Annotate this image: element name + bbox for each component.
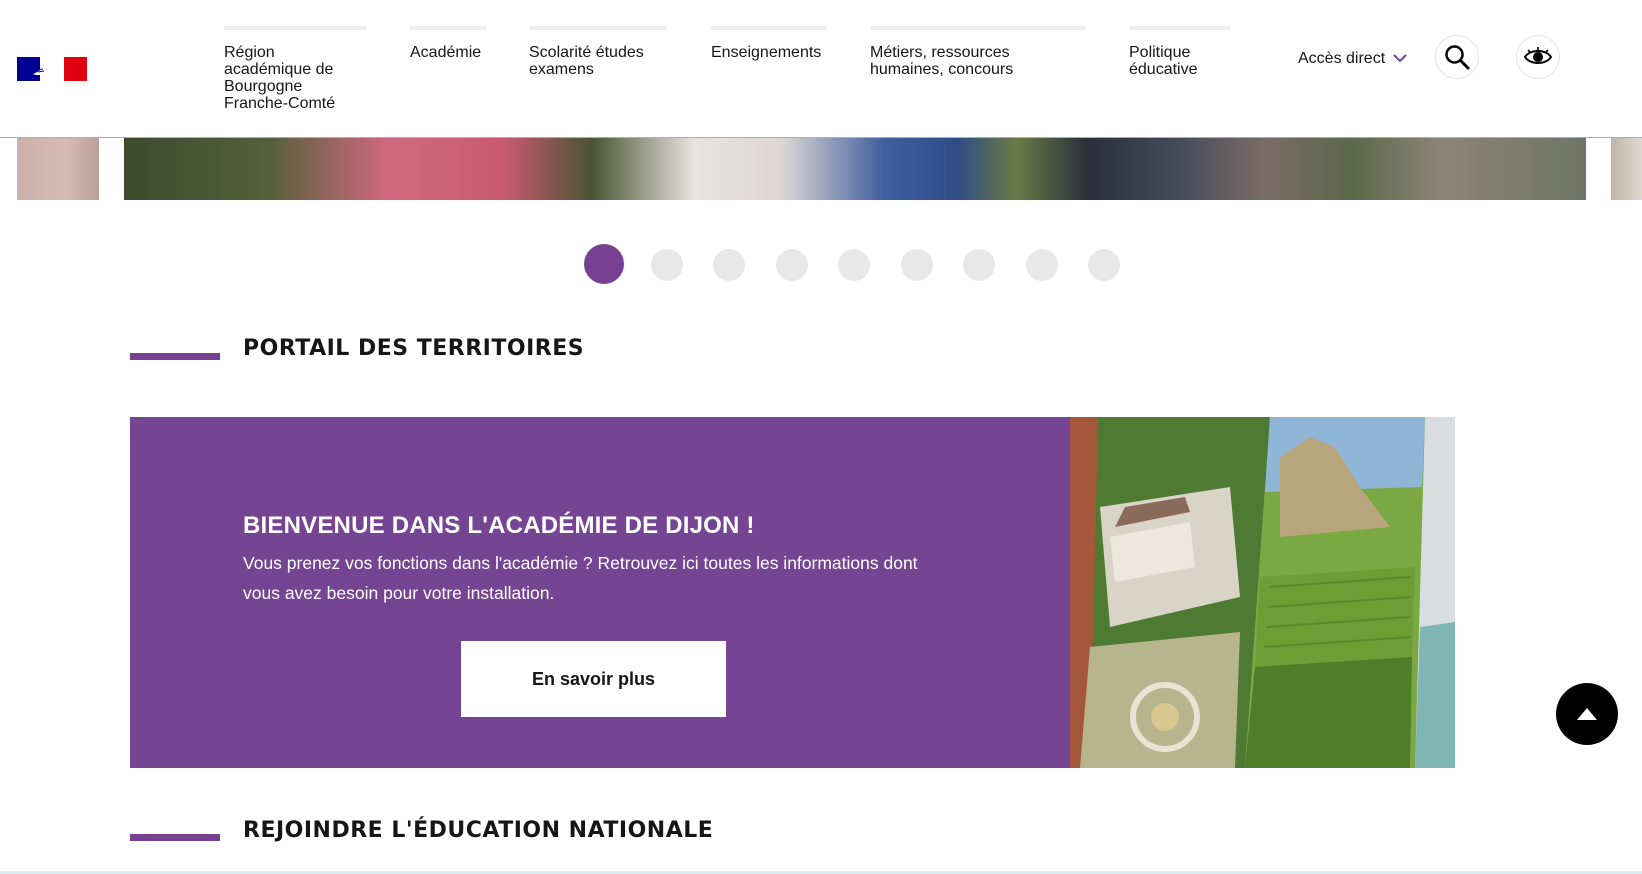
nav-label: Métiers, ressources humaines, concours [870,44,1014,78]
arrow-up-icon [1577,708,1597,720]
nav-politique-educative[interactable]: Politique éducative [1129,26,1230,78]
en-savoir-plus-button[interactable]: En savoir plus [461,641,726,717]
carousel-dot[interactable] [1088,249,1120,281]
nav-label: Scolarité études examens [529,44,644,78]
accessibility-button[interactable] [1516,35,1560,79]
acces-direct-dropdown[interactable]: Accès direct [1298,50,1407,68]
nav-academie[interactable]: Académie [410,26,486,61]
carousel-dot[interactable] [776,249,808,281]
section-heading-text: PORTAIL DES TERRITOIRES [243,336,585,361]
carousel-pagination [0,244,1642,284]
carousel-dot[interactable] [963,249,995,281]
carousel-prev-slide-preview [17,137,99,200]
banner-landscape-image [1070,417,1455,768]
section-heading-bar [130,834,220,841]
nav-metiers[interactable]: Métiers, ressources humaines, concours [870,26,1085,78]
banner-text: Vous prenez vos fonctions dans l'académi… [243,553,918,603]
carousel-dot[interactable] [901,249,933,281]
nav-region-academique[interactable]: Région académique de Bourgogne Franche-C… [224,26,367,112]
search-button[interactable] [1435,35,1479,79]
nav-scolarite[interactable]: Scolarité études examens [529,26,667,78]
carousel-dot[interactable] [838,249,870,281]
section-heading-text: REJOINDRE L'ÉDUCATION NATIONALE [243,818,714,843]
section-heading-bar [130,353,220,360]
nav-label: Région académique de Bourgogne Franche-C… [224,44,336,112]
acces-direct-label: Accès direct [1298,50,1386,68]
banner-title: BIENVENUE DANS L'ACADÉMIE DE DIJON ! [243,512,755,539]
nav-label: Académie [410,44,482,61]
republique-francaise-logo[interactable] [17,57,87,81]
marianne-icon [33,62,51,76]
chevron-down-icon [1393,50,1407,68]
search-icon [1445,45,1470,70]
nav-label: Politique éducative [1129,44,1198,78]
back-to-top-button[interactable] [1556,683,1618,745]
carousel-next-slide-preview [1611,137,1642,200]
nav-enseignements[interactable]: Enseignements [711,26,827,61]
carousel-dot[interactable] [713,249,745,281]
carousel-dot[interactable] [651,249,683,281]
nav-label: Enseignements [711,44,822,61]
carousel-slide-image [124,137,1586,200]
carousel-dot[interactable] [1026,249,1058,281]
eye-icon [1523,47,1553,64]
site-header: Région académique de Bourgogne Franche-C… [0,0,1642,138]
welcome-banner: BIENVENUE DANS L'ACADÉMIE DE DIJON ! Vou… [130,417,1070,768]
carousel-dot[interactable] [584,244,624,284]
